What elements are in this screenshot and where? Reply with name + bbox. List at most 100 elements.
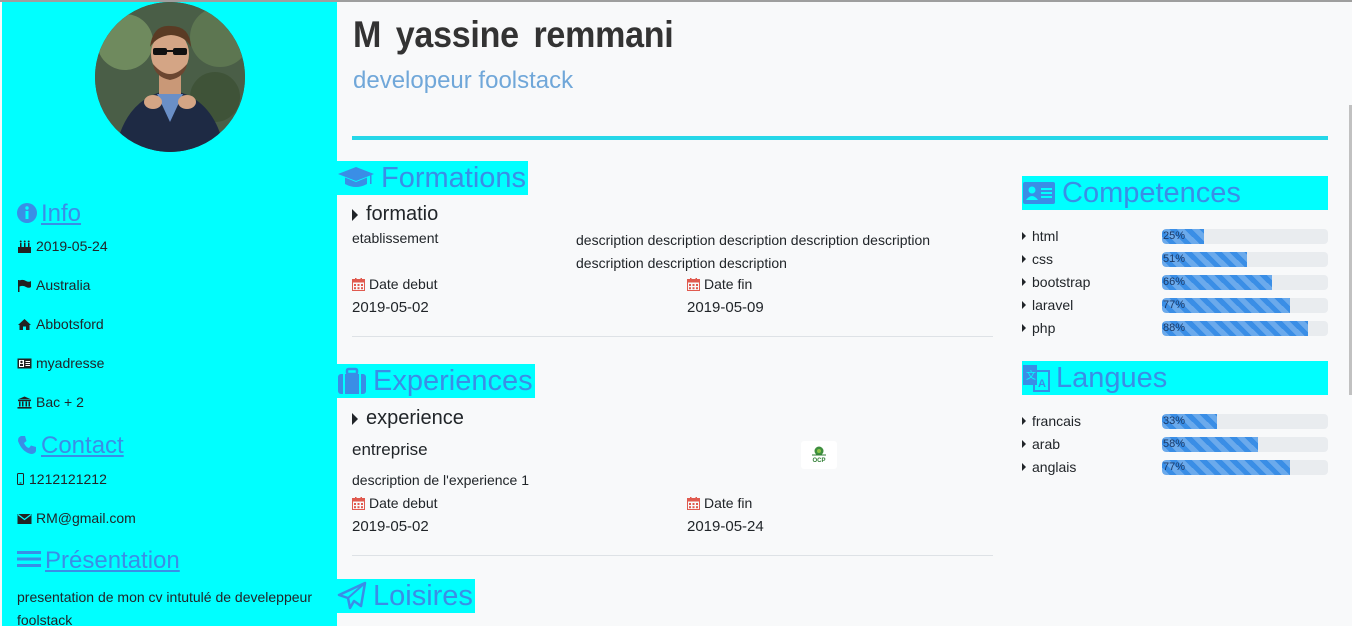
- language-name: francais: [1032, 413, 1082, 429]
- skill-item: css: [1022, 251, 1053, 267]
- briefcase-icon: [337, 367, 367, 395]
- formations-header: Formations: [337, 161, 529, 195]
- avatar: [95, 2, 245, 152]
- skill-name: laravel: [1032, 297, 1074, 313]
- experience-separator: [352, 555, 993, 556]
- language-item: francais: [1022, 413, 1081, 429]
- info-education: Bac + 2: [17, 394, 84, 410]
- presentation-text: presentation de mon cv intutulé de devel…: [17, 589, 312, 626]
- flag-icon: [17, 279, 32, 292]
- university-icon: [17, 396, 32, 409]
- sidebar: Info 2019-05-24 Australia Abbotsford mya…: [2, 2, 337, 626]
- date-fin-label-text: Date fin: [704, 495, 753, 511]
- birthdate-text: 2019-05-24: [36, 238, 108, 254]
- caret-right-icon: [1022, 232, 1026, 240]
- date-debut-label-text: Date debut: [369, 495, 438, 511]
- formation-description: description description description desc…: [576, 232, 931, 271]
- address-card-icon: [17, 357, 32, 370]
- info-section-title[interactable]: Info: [17, 200, 81, 228]
- formation-separator: [352, 336, 993, 337]
- experiences-header: Experiences: [337, 364, 535, 398]
- language-item: arab: [1022, 436, 1060, 452]
- info-title: Info: [41, 200, 82, 227]
- language-progress-bar: 77%: [1162, 460, 1328, 475]
- info-city: Abbotsford: [17, 316, 104, 332]
- country-text: Australia: [36, 277, 91, 293]
- langues-header: 文A Langues: [1022, 361, 1328, 395]
- city-text: Abbotsford: [36, 316, 104, 332]
- experiences-title: Experiences: [373, 364, 533, 397]
- experience-date-fin: 2019-05-24: [687, 518, 764, 535]
- date-debut-label-text: Date debut: [369, 276, 438, 292]
- formation-etablissement: etablissement: [352, 230, 439, 246]
- loisires-title: Loisires: [373, 579, 473, 612]
- calendar-icon: [352, 496, 365, 510]
- contact-section-title[interactable]: Contact: [17, 432, 124, 460]
- skill-progress-bar: 25%: [1162, 229, 1328, 244]
- calendar-icon: [687, 277, 700, 291]
- competences-header: Competences: [1022, 176, 1328, 210]
- address-text: myadresse: [36, 355, 105, 371]
- language-icon: 文A: [1022, 364, 1050, 392]
- language-name: anglais: [1032, 459, 1077, 475]
- phone-text: 1212121212: [29, 471, 107, 487]
- contact-phone: 1212121212: [17, 471, 107, 487]
- info-country: Australia: [17, 277, 90, 293]
- formation-date-fin-label: Date fin: [687, 276, 752, 292]
- svg-text:文: 文: [1026, 369, 1036, 382]
- contact-title: Contact: [41, 432, 124, 459]
- presentation-section-title[interactable]: Présentation: [17, 547, 180, 575]
- birthday-cake-icon: [17, 240, 32, 253]
- info-birthdate: 2019-05-24: [17, 238, 108, 254]
- presentation-title: Présentation: [45, 547, 180, 574]
- experience-date-fin-label: Date fin: [687, 495, 752, 511]
- bars-icon: [17, 550, 43, 572]
- phone-icon: [17, 435, 39, 457]
- skill-name: css: [1032, 251, 1053, 267]
- loisires-header: Loisires: [337, 579, 475, 613]
- caret-right-icon: [1022, 301, 1026, 309]
- language-progress-bar: 33%: [1162, 414, 1328, 429]
- caret-right-icon: [1022, 463, 1026, 471]
- experience-name-text: experience: [366, 407, 464, 429]
- formation-name: formatio: [352, 203, 438, 226]
- formation-name-text: formatio: [366, 203, 439, 225]
- profile-title: developeur foolstack: [353, 67, 574, 94]
- caret-right-icon: [1022, 417, 1026, 425]
- contact-email[interactable]: RM@gmail.com: [17, 510, 136, 526]
- date-fin-label-text: Date fin: [704, 276, 753, 292]
- skill-name: php: [1032, 320, 1056, 336]
- skill-progress-bar: 77%: [1162, 298, 1328, 313]
- company-logo: OCP: [801, 441, 837, 469]
- email-text: RM@gmail.com: [36, 510, 136, 526]
- language-item: anglais: [1022, 459, 1076, 475]
- caret-right-icon: [352, 208, 358, 221]
- formations-title: Formations: [381, 161, 527, 194]
- competences-title: Competences: [1062, 176, 1241, 209]
- info-circle-icon: [17, 203, 39, 225]
- skill-progress-fill: 25%: [1162, 229, 1204, 244]
- language-progress-bar: 58%: [1162, 437, 1328, 452]
- experience-name: experience: [352, 407, 464, 430]
- info-address: myadresse: [17, 355, 104, 371]
- skill-item: php: [1022, 320, 1055, 336]
- header-divider: [352, 136, 1328, 140]
- formation-date-debut-label: Date debut: [352, 276, 438, 292]
- company-logo-text: OCP: [812, 458, 826, 464]
- skill-progress-fill: 66%: [1162, 275, 1272, 290]
- svg-text:A: A: [1038, 378, 1046, 390]
- education-text: Bac + 2: [36, 394, 84, 410]
- formation-date-fin: 2019-05-09: [687, 299, 764, 316]
- calendar-icon: [687, 496, 700, 510]
- formation-date-debut: 2019-05-02: [352, 299, 429, 316]
- language-name: arab: [1032, 436, 1061, 452]
- mobile-icon: [17, 472, 25, 486]
- experience-date-debut-label: Date debut: [352, 495, 438, 511]
- skill-item: html: [1022, 228, 1058, 244]
- skill-progress-fill: 77%: [1162, 298, 1290, 313]
- langues-title: Langues: [1056, 361, 1168, 394]
- experience-entreprise: entreprise: [352, 440, 428, 459]
- experience-date-debut: 2019-05-02: [352, 518, 429, 535]
- caret-right-icon: [1022, 440, 1026, 448]
- paper-plane-icon: [337, 581, 367, 611]
